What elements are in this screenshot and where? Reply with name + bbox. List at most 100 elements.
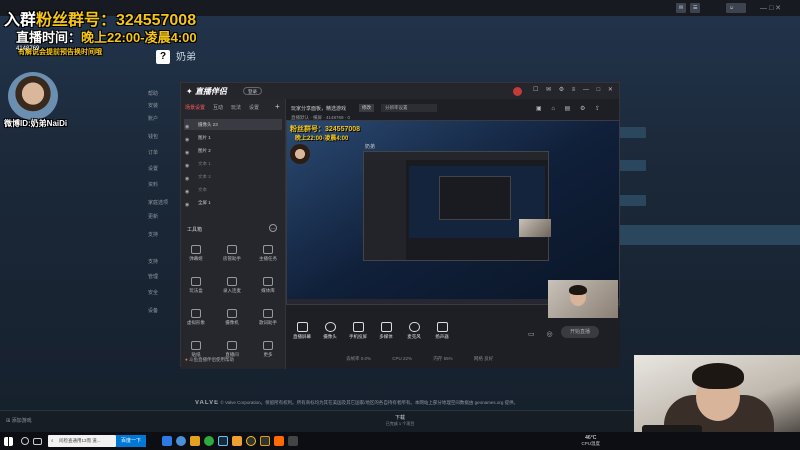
tool-camera[interactable]: 摄像机 xyxy=(221,309,243,326)
app-icon-1[interactable] xyxy=(162,436,172,446)
steam-notification-button[interactable]: ✉ xyxy=(676,3,687,13)
resolution-select[interactable]: 分辨率设置 xyxy=(381,104,437,112)
more-icon[interactable]: … xyxy=(269,224,277,232)
login-badge[interactable]: 登录 xyxy=(243,87,262,95)
status-item: CPU 22% xyxy=(392,356,413,361)
downloads-button[interactable]: 下载 已完成 1 个项目 xyxy=(380,414,420,427)
control-screen[interactable]: 直播屏幕 xyxy=(288,322,316,340)
folder-icon[interactable] xyxy=(190,436,200,446)
app-icon-6[interactable] xyxy=(260,436,270,446)
search-button[interactable]: 百度一下 xyxy=(116,435,146,447)
streaming-app-window: ✦ 直播伴侣 登录 ☐ ✉ ⚙ ≡ — □ ✕ 场景设置 互动 玩法 设置 + … xyxy=(180,82,620,369)
tool-label: 录入连麦 xyxy=(223,288,241,293)
window-controls[interactable]: — □ ✕ xyxy=(760,4,781,12)
steam-action-button[interactable] xyxy=(618,195,646,206)
steam-side-item[interactable]: 管理 xyxy=(148,273,158,280)
tab-settings[interactable]: 设置 xyxy=(249,104,259,111)
steam-action-button[interactable] xyxy=(618,127,646,138)
layer-item[interactable]: 文本 xyxy=(184,184,282,195)
tool-danmu[interactable]: 弹幕姬 xyxy=(185,245,207,262)
monitor-icon xyxy=(296,322,308,332)
steam-side-item[interactable]: 帮助 xyxy=(148,90,158,97)
layer-item[interactable]: 文本 1 xyxy=(184,158,282,169)
danmu-icon xyxy=(191,245,201,254)
phone-icon xyxy=(352,322,364,332)
tool-avatar[interactable]: 虚拟形象 xyxy=(185,309,207,326)
user-avatar[interactable] xyxy=(513,87,522,96)
tool-task[interactable]: 主播任务 xyxy=(257,245,279,262)
steam-section-label: 家庭选项 xyxy=(148,200,169,206)
app-icon-7[interactable] xyxy=(288,436,298,446)
steam-side-item[interactable]: 订单 xyxy=(148,149,158,156)
scene-toolbar-icons[interactable]: ▣ ⌂ ▤ ⚙ ⇪ xyxy=(536,105,604,112)
webcam-hair xyxy=(692,363,744,389)
layer-item[interactable]: 图片 1 xyxy=(184,132,282,143)
add-game-button[interactable]: ⊞ 添加游戏 xyxy=(6,417,32,424)
windows-start-icon[interactable] xyxy=(4,436,13,446)
control-speaker[interactable]: 扬声器 xyxy=(428,322,456,340)
plus-icon: ⊞ xyxy=(6,418,11,424)
steam-icon[interactable] xyxy=(218,436,228,446)
webcam-icon xyxy=(324,322,336,332)
tool-room[interactable]: 直播间 xyxy=(221,341,243,358)
tool-admin[interactable]: 房管助手 xyxy=(221,245,243,262)
task-view-icon[interactable] xyxy=(33,437,42,445)
tool-media[interactable]: 媒体库 xyxy=(257,277,279,294)
control-label: 扬声器 xyxy=(435,334,449,339)
preview-overlay-line2: 晚上22:00-凌晨4:00 xyxy=(295,136,349,142)
weather-widget[interactable]: 46°C CPU温度 xyxy=(581,435,600,447)
steam-action-button[interactable] xyxy=(618,160,646,171)
steam-highlight-row[interactable] xyxy=(620,225,800,245)
steam-side-item[interactable]: 账户 xyxy=(148,115,158,122)
control-mic[interactable]: 麦克风 xyxy=(400,322,428,340)
layer-item[interactable]: 摄像头 23 xyxy=(184,119,282,130)
app-icon-4[interactable] xyxy=(232,436,242,446)
eye-icon[interactable]: ◉ ◉ ◉ ◉ ◉ ◉ ◉ xyxy=(185,121,189,212)
tool-label: 弹幕姬 xyxy=(189,256,203,261)
steam-side-item[interactable]: 安装 xyxy=(148,102,158,109)
user-icon: ☺ xyxy=(729,5,735,11)
app-icon-3[interactable] xyxy=(204,436,214,446)
tool-mic[interactable]: 录入连麦 xyxy=(221,277,243,294)
steam-side-item[interactable]: 安全 xyxy=(148,289,158,296)
steam-side-item[interactable]: 支持 xyxy=(148,231,158,238)
help-notice[interactable]: ● 斗鱼直播伴侣使用帮助 xyxy=(185,357,234,363)
layer-item[interactable]: 图片 2 xyxy=(184,145,282,156)
control-camera[interactable]: 摄像头 xyxy=(316,322,344,340)
windows-taskbar: ⌕ 问检查通用13而 道... 百度一下 46°C CPU温度 xyxy=(0,432,800,450)
start-stream-button[interactable]: 开始直播 xyxy=(561,326,599,338)
taskbar-search-input[interactable]: ⌕ 问检查通用13而 道... xyxy=(48,435,116,447)
tool-more[interactable]: 更多 xyxy=(257,341,279,358)
steam-side-item[interactable]: 设置 xyxy=(148,165,158,172)
app-icon-5[interactable] xyxy=(246,436,256,446)
tool-sticker[interactable]: 贴纸 xyxy=(185,341,207,358)
id-number: 4148769 xyxy=(16,46,40,52)
tool-label: 摄像机 xyxy=(225,320,239,325)
tool-play[interactable]: 玩法盒 xyxy=(185,277,207,294)
steam-account-button[interactable]: ☺ xyxy=(726,3,746,13)
steam-side-item[interactable]: 钱包 xyxy=(148,133,158,140)
stream-preview[interactable]: 粉丝群号：324557008 晚上22:00-凌晨4:00 奶弟 xyxy=(286,120,620,305)
admin-icon xyxy=(227,245,237,254)
tab-play[interactable]: 玩法 xyxy=(231,104,241,111)
control-phone[interactable]: 手机投屏 xyxy=(344,322,372,340)
title-icons[interactable]: ☐ ✉ ⚙ ≡ — □ ✕ xyxy=(533,86,616,93)
tool-lyrics[interactable]: 歌词助手 xyxy=(257,309,279,326)
layer-item[interactable]: 文本 2 xyxy=(184,171,282,182)
tab-interact[interactable]: 互动 xyxy=(213,104,223,111)
cortana-icon[interactable] xyxy=(21,437,29,445)
layer-item[interactable]: 全屏 1 xyxy=(184,197,282,208)
steam-side-item[interactable]: 设备 xyxy=(148,307,158,314)
app-icon-2[interactable] xyxy=(176,436,186,446)
scene-edit-button[interactable]: 修改 xyxy=(359,104,374,112)
tool-label: 歌词助手 xyxy=(259,320,277,325)
play-icon xyxy=(191,277,201,286)
control-media[interactable]: 多媒体 xyxy=(372,322,400,340)
steam-friends-button[interactable]: ☰ xyxy=(690,3,701,13)
steam-side-item[interactable]: 更新 xyxy=(148,213,158,220)
add-scene-button[interactable]: + xyxy=(275,102,280,111)
steam-side-item[interactable]: 资料 xyxy=(148,181,158,188)
webcam-small xyxy=(548,280,618,318)
douyu-icon[interactable] xyxy=(274,436,284,446)
tab-scene[interactable]: 场景设置 xyxy=(185,104,205,111)
